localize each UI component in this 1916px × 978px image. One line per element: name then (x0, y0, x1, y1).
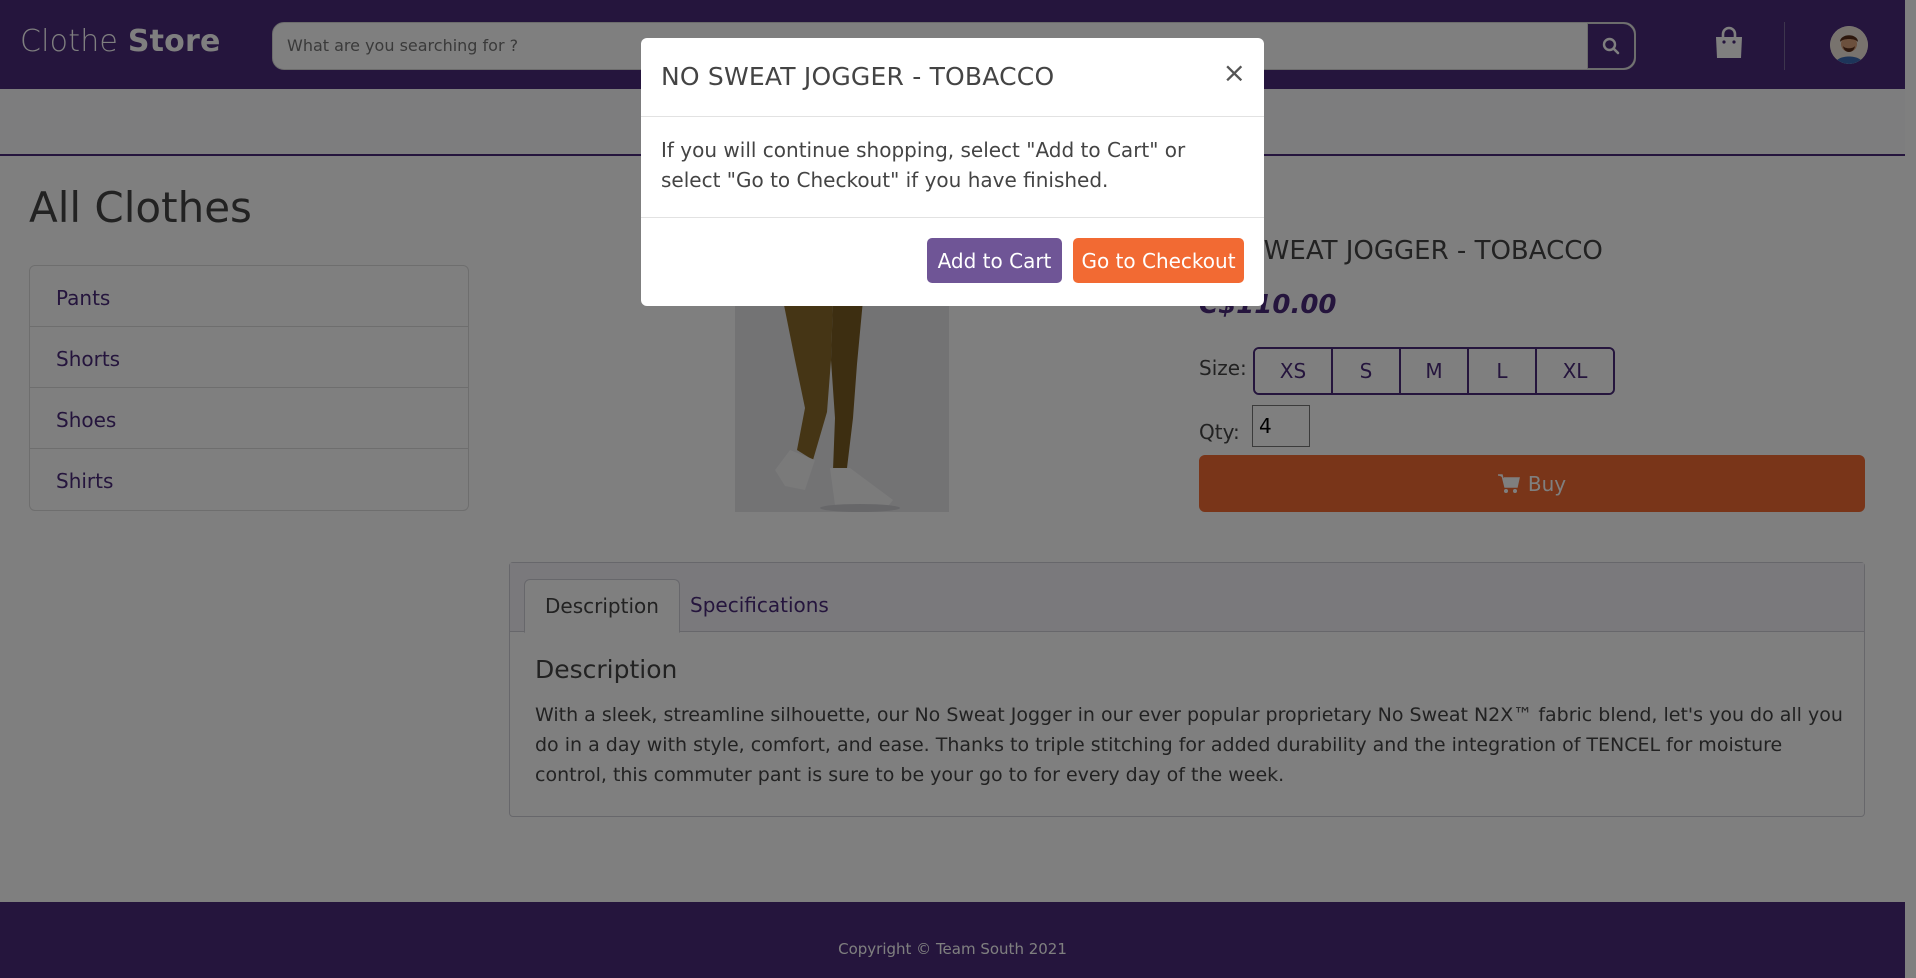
modal-message: If you will continue shopping, select "A… (641, 117, 1264, 218)
go-to-checkout-button[interactable]: Go to Checkout (1073, 238, 1244, 283)
modal-footer: Add to Cart Go to Checkout (641, 218, 1264, 305)
modal-title: NO SWEAT JOGGER - TOBACCO (661, 62, 1055, 91)
close-icon[interactable]: × (1223, 56, 1246, 89)
add-to-cart-button[interactable]: Add to Cart (927, 238, 1062, 283)
add-to-cart-modal: NO SWEAT JOGGER - TOBACCO × If you will … (641, 38, 1264, 306)
modal-header: NO SWEAT JOGGER - TOBACCO × (641, 38, 1264, 117)
